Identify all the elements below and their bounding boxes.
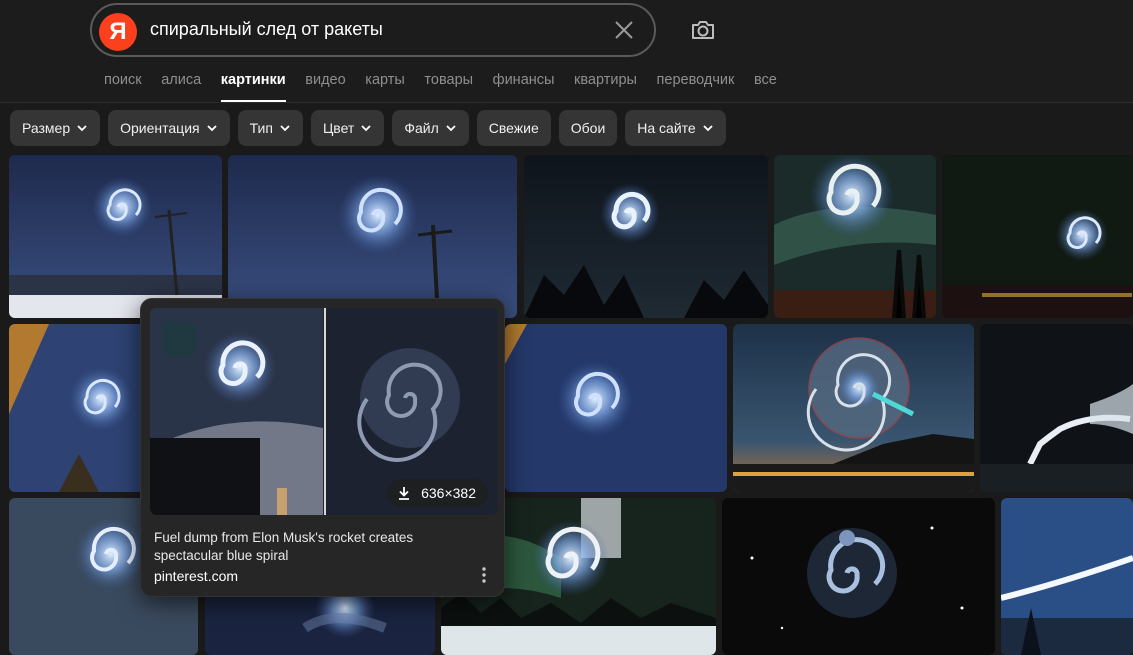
nav-tabs: поиск алиса картинки видео карты товары … — [104, 72, 796, 102]
filter-file[interactable]: Файл — [392, 110, 469, 146]
tab-video[interactable]: видео — [305, 72, 345, 102]
chevron-down-icon — [703, 125, 713, 132]
filter-bar: Размер Ориентация Тип Цвет Файл Свежие О… — [10, 110, 726, 146]
preview-title[interactable]: Fuel dump from Elon Musk's rocket create… — [154, 529, 454, 565]
result-image[interactable] — [733, 324, 974, 492]
download-icon — [399, 487, 410, 500]
result-image[interactable] — [9, 155, 222, 318]
search-input[interactable]: спиральный след от ракеты — [150, 19, 383, 40]
filter-on-site[interactable]: На сайте — [625, 110, 726, 146]
chevron-down-icon — [280, 125, 290, 132]
tab-alice[interactable]: алиса — [161, 72, 201, 102]
preview-image[interactable]: 636×382 — [150, 308, 498, 515]
chevron-down-icon — [446, 125, 456, 132]
camera-search-icon[interactable] — [687, 14, 719, 46]
result-image[interactable] — [505, 324, 727, 492]
tab-images[interactable]: картинки — [220, 72, 286, 102]
result-image[interactable] — [722, 498, 995, 655]
tab-products[interactable]: товары — [424, 72, 473, 102]
tab-maps[interactable]: карты — [365, 72, 405, 102]
result-image[interactable] — [980, 324, 1133, 492]
tab-finance[interactable]: финансы — [493, 72, 555, 102]
filter-wallpapers[interactable]: Обои — [558, 110, 618, 146]
filter-fresh[interactable]: Свежие — [476, 110, 551, 146]
result-image[interactable] — [9, 324, 148, 492]
header: Я спиральный след от ракеты поиск алиса … — [0, 0, 1133, 103]
download-button[interactable]: 636×382 — [387, 479, 488, 507]
yandex-logo[interactable]: Я — [99, 13, 137, 51]
search-box[interactable]: Я спиральный след от ракеты — [90, 3, 656, 57]
filter-color[interactable]: Цвет — [310, 110, 385, 146]
tab-realty[interactable]: квартиры — [574, 72, 637, 102]
result-image[interactable] — [228, 155, 517, 318]
filter-size[interactable]: Размер — [10, 110, 101, 146]
result-image[interactable] — [942, 155, 1133, 318]
result-image[interactable] — [1001, 498, 1133, 655]
tab-translate[interactable]: переводчик — [657, 72, 735, 102]
source-badge-icon — [162, 322, 196, 356]
more-vertical-icon[interactable] — [478, 565, 490, 585]
image-preview-card[interactable]: 636×382 Fuel dump from Elon Musk's rocke… — [140, 298, 505, 597]
filter-type[interactable]: Тип — [237, 110, 303, 146]
chevron-down-icon — [361, 125, 371, 132]
preview-source-link[interactable]: pinterest.com — [154, 568, 238, 584]
tab-search[interactable]: поиск — [104, 72, 142, 102]
chevron-down-icon — [77, 125, 87, 132]
result-image[interactable] — [774, 155, 936, 318]
filter-orientation[interactable]: Ориентация — [108, 110, 230, 146]
image-size-label: 636×382 — [421, 485, 476, 501]
close-icon[interactable] — [612, 18, 636, 42]
result-image[interactable] — [524, 155, 768, 318]
chevron-down-icon — [206, 125, 217, 132]
tab-all[interactable]: все — [754, 72, 777, 102]
